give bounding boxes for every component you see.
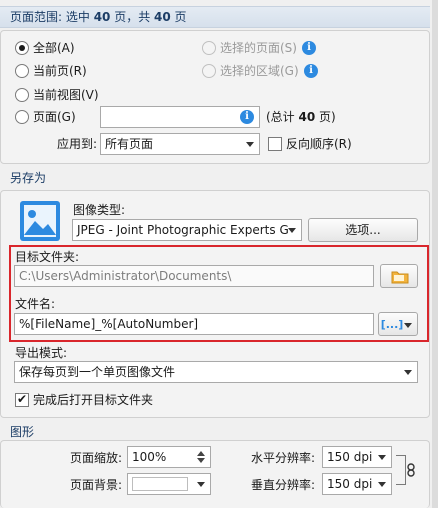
open-folder-label[interactable]: 完成后打开目标文件夹 (33, 392, 153, 408)
page-zoom-label: 页面缩放: (70, 451, 123, 465)
radio-pages[interactable] (15, 110, 29, 124)
radio-all[interactable] (15, 41, 29, 55)
total-pages-suffix: 页) (315, 110, 336, 124)
image-type-select[interactable]: JPEG - Joint Photographic Experts G (72, 219, 302, 241)
pages-input[interactable] (100, 106, 260, 128)
vertical-dpi-value: 150 dpi (327, 477, 373, 491)
page-background-label: 页面背景: (70, 478, 123, 492)
options-button[interactable]: 选项... (308, 218, 418, 242)
apply-to-label: 应用到: (57, 137, 98, 151)
image-file-icon (17, 199, 63, 243)
reverse-order-checkbox[interactable] (268, 137, 282, 151)
page-zoom-value: 100% (132, 450, 167, 464)
chevron-down-icon (197, 482, 205, 487)
open-folder-checkbox[interactable] (15, 392, 29, 407)
page-range-header-suffix: 页 (170, 10, 187, 24)
page-range-header-prefix: 页面范围: 选中 (10, 10, 94, 24)
radio-current-view-label[interactable]: 当前视图(V) (33, 87, 99, 103)
image-type-value: JPEG - Joint Photographic Experts G (77, 223, 289, 237)
file-name-label: 文件名: (15, 297, 56, 311)
total-pages-text: (总计 40 页) (266, 109, 336, 125)
chain-link-icon[interactable] (405, 463, 417, 477)
file-name-input[interactable]: %[FileName]_%[AutoNumber] (14, 313, 374, 335)
horizontal-dpi-value: 150 dpi (327, 450, 373, 464)
total-count: 40 (154, 10, 171, 24)
stepper-down-icon[interactable] (197, 458, 205, 463)
macro-insert-button[interactable]: [...] (378, 312, 418, 336)
radio-selected-area[interactable] (202, 64, 216, 78)
browse-folder-button[interactable] (380, 264, 418, 288)
radio-all-label[interactable]: 全部(A) (33, 40, 75, 56)
export-mode-value: 保存每页到一个单页图像文件 (19, 365, 176, 379)
scrollbar[interactable] (432, 0, 438, 508)
chevron-down-icon (288, 228, 296, 233)
folder-icon (391, 269, 409, 291)
stepper-up-icon[interactable] (197, 451, 205, 456)
save-as-header: 另存为 (0, 168, 430, 190)
vertical-dpi-select[interactable]: 150 dpi (322, 473, 392, 495)
apply-to-select[interactable]: 所有页面 (100, 133, 260, 155)
page-range-header: 页面范围: 选中 40 页，共 40 页 (0, 6, 430, 28)
color-swatch (132, 477, 188, 491)
target-folder-label: 目标文件夹: (15, 250, 80, 264)
total-pages-prefix: (总计 (266, 110, 299, 124)
chevron-down-icon (378, 482, 386, 487)
info-icon[interactable]: i (302, 41, 316, 55)
radio-pages-label[interactable]: 页面(G) (33, 109, 76, 125)
vertical-dpi-label: 垂直分辨率: (251, 478, 316, 492)
radio-selected-area-label[interactable]: 选择的区域(G) (220, 63, 299, 79)
page-zoom-stepper[interactable]: 100% (127, 446, 211, 468)
radio-current-page[interactable] (15, 64, 29, 78)
info-icon[interactable]: i (240, 110, 254, 124)
selected-count: 40 (93, 10, 111, 24)
target-folder-input[interactable]: C:\Users\Administrator\Documents\ (14, 265, 374, 287)
apply-to-value: 所有页面 (105, 137, 154, 151)
horizontal-dpi-label: 水平分辨率: (251, 451, 316, 465)
horizontal-dpi-select[interactable]: 150 dpi (322, 446, 392, 468)
page-background-picker[interactable] (127, 473, 211, 495)
total-pages-count: 40 (298, 110, 316, 124)
chevron-down-icon (378, 455, 386, 460)
chevron-down-icon (404, 323, 412, 328)
reverse-order-label[interactable]: 反向顺序(R) (286, 136, 352, 152)
radio-current-page-label[interactable]: 当前页(R) (33, 63, 87, 79)
macro-icon: [...] (380, 318, 404, 331)
export-mode-label: 导出模式: (15, 346, 68, 360)
chevron-down-icon (404, 370, 412, 375)
chevron-down-icon (246, 142, 254, 147)
page-range-header-mid: 页，共 (110, 10, 155, 24)
image-type-label: 图像类型: (73, 203, 126, 217)
radio-selected-pages-label[interactable]: 选择的页面(S) (220, 40, 297, 56)
info-icon[interactable]: i (304, 64, 318, 78)
export-mode-select[interactable]: 保存每页到一个单页图像文件 (14, 361, 418, 383)
radio-current-view[interactable] (15, 88, 29, 102)
radio-selected-pages[interactable] (202, 41, 216, 55)
